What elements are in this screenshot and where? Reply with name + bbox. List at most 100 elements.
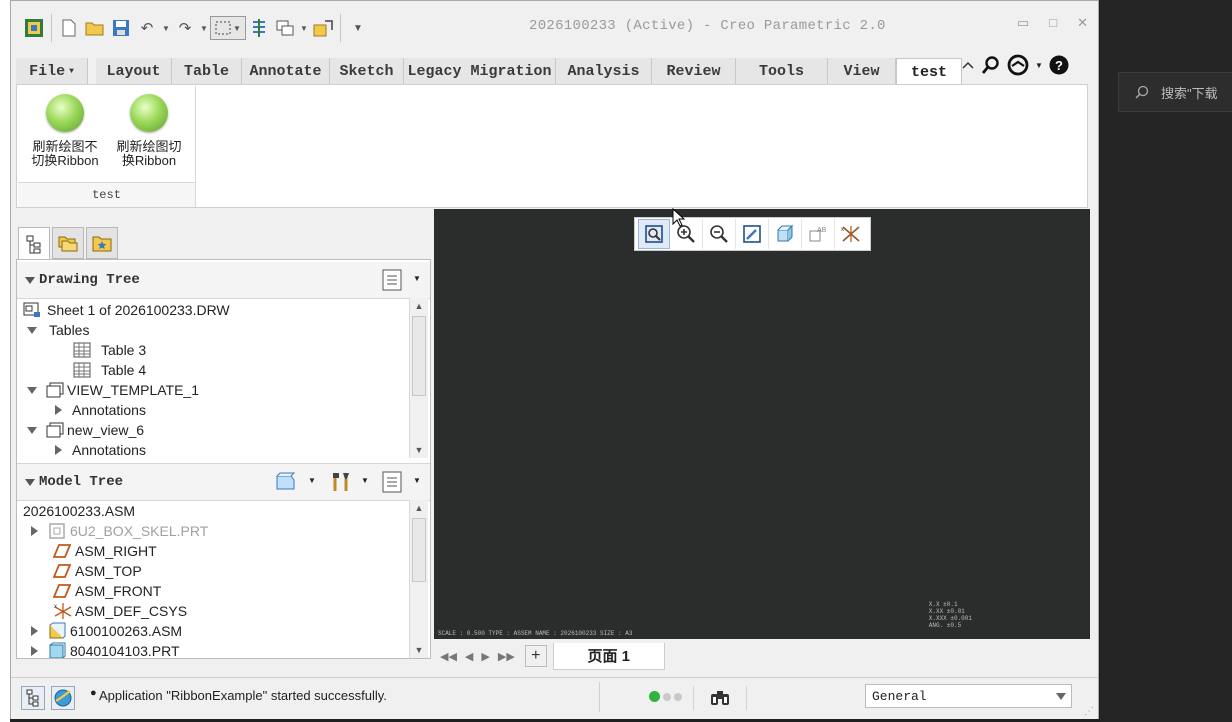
new-file-icon[interactable] <box>56 15 82 41</box>
display-style-icon[interactable] <box>769 219 802 249</box>
next-page-icon[interactable]: ▶ <box>481 650 489 663</box>
windows-icon[interactable] <box>272 15 298 41</box>
tab-view[interactable]: View <box>828 58 896 84</box>
tree-item-root-assembly[interactable]: 2026100233.ASM <box>23 501 135 521</box>
datum-display-icon[interactable]: x <box>835 219 867 249</box>
help-icon[interactable]: ? <box>1049 55 1069 75</box>
tree-item-datum-plane[interactable]: ASM_RIGHT <box>53 541 157 561</box>
model-tree-header[interactable]: Model Tree ▼ ▼ ▼ <box>17 463 430 501</box>
collapse-triangle-icon[interactable] <box>25 276 35 284</box>
tab-model-tree[interactable] <box>18 227 50 261</box>
tab-file[interactable]: File ▼ <box>16 58 88 84</box>
page-tab[interactable]: 页面 1 <box>552 642 665 670</box>
tree-settings-icon[interactable] <box>381 268 403 292</box>
tree-item-table-3[interactable]: Table 3 <box>73 340 146 360</box>
collapse-triangle-icon[interactable] <box>25 478 35 486</box>
tree-settings-dropdown-icon[interactable]: ▼ <box>413 476 421 485</box>
tree-item-datum-plane[interactable]: ASM_TOP <box>53 561 142 581</box>
regenerate-icon[interactable] <box>246 15 272 41</box>
collapsed-arrow-icon[interactable] <box>55 405 62 415</box>
toggle-navigator-icon[interactable] <box>21 686 45 710</box>
scroll-up-icon[interactable]: ▲ <box>410 298 428 314</box>
find-icon[interactable] <box>693 686 747 710</box>
tab-analysis[interactable]: Analysis <box>556 58 652 84</box>
tab-review[interactable]: Review <box>652 58 736 84</box>
scroll-down-icon[interactable]: ▼ <box>410 442 428 458</box>
first-page-icon[interactable]: ◀◀ <box>440 650 457 663</box>
app-logo-icon[interactable] <box>21 15 47 41</box>
minimize-icon[interactable]: ▭ <box>1017 15 1029 31</box>
selection-filter-select[interactable]: General <box>865 684 1072 708</box>
tab-favorites[interactable] <box>86 227 118 259</box>
collapsed-arrow-icon[interactable] <box>31 526 38 536</box>
tree-item-table-4[interactable]: Table 4 <box>73 360 146 380</box>
tree-item-sheet[interactable]: Sheet 1 of 2026100233.DRW <box>23 300 230 320</box>
tree-item-skeleton[interactable]: 6U2_BOX_SKEL.PRT <box>31 521 208 541</box>
community-dropdown-icon[interactable]: ▼ <box>1035 61 1043 70</box>
toggle-browser-icon[interactable] <box>51 686 75 710</box>
scroll-thumb[interactable] <box>412 316 426 396</box>
tab-legacy-migration[interactable]: Legacy Migration <box>404 58 556 84</box>
close-window-icon[interactable] <box>310 15 336 41</box>
tab-test[interactable]: test <box>896 58 962 86</box>
expand-arrow-icon[interactable] <box>27 386 37 394</box>
tree-item-annotations[interactable]: Annotations <box>55 440 146 458</box>
tools-dropdown-icon[interactable]: ▼ <box>361 476 369 485</box>
show-dropdown-icon[interactable]: ▼ <box>308 476 316 485</box>
repaint-icon[interactable] <box>736 219 769 249</box>
tab-table[interactable]: Table <box>172 58 242 84</box>
tree-item-csys[interactable]: x ASM_DEF_CSYS <box>53 601 187 621</box>
previous-page-icon[interactable]: ◀ <box>465 650 473 663</box>
drawing-tree-header[interactable]: Drawing Tree ▼ <box>17 262 430 299</box>
scroll-up-icon[interactable]: ▲ <box>410 500 428 516</box>
windows-dropdown-icon[interactable]: ▼ <box>298 15 310 41</box>
tools-icon[interactable] <box>329 470 353 494</box>
tree-item-part[interactable]: 8040104103.PRT <box>31 641 180 658</box>
chevron-down-icon[interactable] <box>1051 685 1071 707</box>
tab-layout[interactable]: Layout <box>96 58 172 84</box>
background-search-box[interactable]: 搜索"下载 <box>1118 72 1232 112</box>
graphics-canvas[interactable]: AB x X.X ±0.1 X.XX ±0.01 X.XXX ±0.001 AN… <box>434 209 1090 639</box>
close-icon[interactable]: ✕ <box>1077 15 1088 31</box>
redo-dropdown-icon[interactable]: ▼ <box>198 15 210 41</box>
model-tree-scrollbar[interactable]: ▲ ▼ <box>409 500 428 658</box>
tree-item-view-template-1[interactable]: VIEW_TEMPLATE_1 <box>27 380 199 400</box>
expand-arrow-icon[interactable] <box>27 426 37 434</box>
tree-settings-icon[interactable] <box>381 470 403 494</box>
refit-icon[interactable] <box>638 219 670 249</box>
drawing-tree-scrollbar[interactable]: ▲ ▼ <box>409 298 428 458</box>
scroll-down-icon[interactable]: ▼ <box>410 642 428 658</box>
tree-settings-dropdown-icon[interactable]: ▼ <box>413 274 421 283</box>
tab-annotate[interactable]: Annotate <box>242 58 330 84</box>
collapsed-arrow-icon[interactable] <box>31 646 38 656</box>
collapsed-arrow-icon[interactable] <box>55 445 62 455</box>
tree-item-tables[interactable]: Tables <box>27 320 89 340</box>
tree-item-datum-plane[interactable]: ASM_FRONT <box>53 581 161 601</box>
last-page-icon[interactable]: ▶▶ <box>498 650 515 663</box>
tab-sketch[interactable]: Sketch <box>330 58 404 84</box>
collapsed-arrow-icon[interactable] <box>31 626 38 636</box>
show-icon[interactable] <box>273 472 297 492</box>
tree-item-annotations[interactable]: Annotations <box>55 400 146 420</box>
minimize-ribbon-icon[interactable] <box>961 58 975 72</box>
select-box-icon[interactable]: ▼ <box>210 16 246 40</box>
customize-toolbar-icon[interactable]: ▼ <box>345 15 371 41</box>
expand-arrow-icon[interactable] <box>27 326 37 334</box>
scroll-thumb[interactable] <box>412 518 426 582</box>
save-icon[interactable] <box>108 15 134 41</box>
resize-grip-icon[interactable]: ⋰ <box>1084 706 1094 717</box>
add-page-button[interactable]: + <box>524 645 547 667</box>
maximize-icon[interactable]: □ <box>1049 15 1057 31</box>
zoom-out-icon[interactable] <box>703 219 736 249</box>
community-icon[interactable] <box>1007 54 1029 76</box>
refresh-drawing-switch-button[interactable]: 刷新绘图切 换Ribbon <box>108 94 190 168</box>
undo-icon[interactable]: ↶ <box>134 15 160 41</box>
saved-views-icon[interactable]: AB <box>802 219 835 249</box>
tab-folder-browser[interactable] <box>52 227 84 259</box>
tree-item-new-view-6[interactable]: new_view_6 <box>27 420 144 440</box>
tree-item-subassembly[interactable]: 6100100263.ASM <box>31 621 182 641</box>
redo-icon[interactable]: ↷ <box>172 15 198 41</box>
search-command-icon[interactable] <box>981 55 1001 75</box>
tab-tools[interactable]: Tools <box>736 58 828 84</box>
refresh-drawing-no-switch-button[interactable]: 刷新绘图不 切换Ribbon <box>24 94 106 168</box>
